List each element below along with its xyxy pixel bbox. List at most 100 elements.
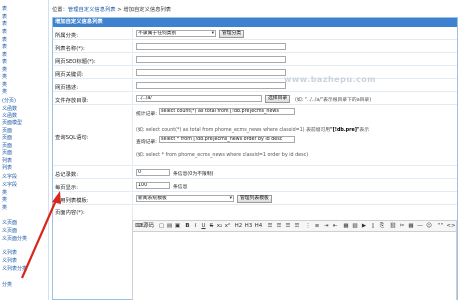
- sidebar-item[interactable]: 表: [2, 21, 7, 27]
- breadcrumb-prefix: 位置：: [52, 7, 68, 13]
- preview-icon[interactable]: ▢: [158, 222, 165, 231]
- align-right-icon[interactable]: ☰: [284, 222, 292, 231]
- sidebar-item[interactable]: 义函数: [2, 113, 17, 119]
- total-unit: 条信息(0为不限制): [173, 172, 214, 177]
- sql-label: 查询SQL语句:: [55, 135, 89, 141]
- subscript-icon[interactable]: x₂: [216, 222, 223, 231]
- numbered-list-icon[interactable]: ≡: [313, 222, 321, 231]
- attachment-icon[interactable]: ⎘: [378, 222, 386, 231]
- sidebar-item[interactable]: 表: [2, 52, 7, 58]
- source-icon[interactable]: ⌨: [135, 222, 143, 231]
- sidebar-item[interactable]: 表: [2, 59, 7, 65]
- description-input[interactable]: [136, 82, 286, 89]
- sidebar-item[interactable]: 义字段: [2, 182, 17, 188]
- sidebar-item[interactable]: 义页面: [2, 228, 17, 234]
- count-sql-input[interactable]: select count(*) as total from [!db.pre]e…: [159, 108, 295, 115]
- outdent-icon[interactable]: ⇤: [331, 222, 339, 231]
- file-icon[interactable]: ▯: [369, 222, 377, 231]
- total-label: 总记录数:: [55, 172, 78, 178]
- sidebar-item[interactable]: 类: [2, 67, 7, 73]
- sidebar-item[interactable]: 义字段: [2, 174, 17, 180]
- keywords-input[interactable]: [136, 69, 286, 76]
- sidebar-item[interactable]: 义页面: [2, 220, 17, 226]
- align-left-icon[interactable]: ☰: [266, 222, 274, 231]
- choose-directory-button[interactable]: 选择目录: [265, 95, 291, 103]
- sidebar-item[interactable]: 表: [2, 6, 7, 12]
- content-editor[interactable]: [132, 232, 457, 300]
- count-sql-hint: (如: select count(*) as total from phome_…: [136, 128, 370, 133]
- query-sql-hint: (如: select * from phome_ecms_news where …: [136, 153, 309, 158]
- indent-icon[interactable]: ⇥: [322, 222, 330, 231]
- per-page-input[interactable]: 100: [136, 182, 170, 189]
- total-input[interactable]: 0: [136, 169, 170, 176]
- form-row-total: 总记录数: 0 条信息(0为不限制): [53, 167, 457, 179]
- form-row-description: 网页描述:: [53, 80, 457, 92]
- sidebar-item[interactable]: 类: [2, 89, 7, 95]
- sidebar-item[interactable]: 页面: [2, 128, 12, 134]
- align-justify-icon[interactable]: ☰: [293, 222, 301, 231]
- sidebar-item[interactable]: 表: [2, 44, 7, 50]
- sidebar-item[interactable]: 类: [2, 205, 7, 211]
- underline-button[interactable]: U: [200, 222, 207, 231]
- directory-label: 文件存放目录:: [55, 98, 89, 104]
- link-icon[interactable]: ⛓: [389, 222, 397, 231]
- align-center-icon[interactable]: ☰: [275, 222, 283, 231]
- unlink-icon[interactable]: ✂: [398, 222, 406, 231]
- seo-title-input[interactable]: [136, 56, 286, 63]
- manage-template-button[interactable]: 管理列表模板: [237, 195, 272, 203]
- category-select[interactable]: 不隶属于任何类别: [136, 30, 216, 37]
- code-icon[interactable]: <>: [446, 222, 456, 231]
- breadcrumb-link-list[interactable]: 管理自定义信息列表: [68, 7, 116, 13]
- image-icon[interactable]: ▦: [342, 222, 350, 231]
- flash-icon[interactable]: ▧: [351, 222, 359, 231]
- bold-button[interactable]: B: [184, 222, 191, 231]
- table-icon[interactable]: ▦: [407, 222, 415, 231]
- list-name-input[interactable]: [136, 43, 286, 50]
- sidebar-item[interactable]: (分页): [2, 98, 16, 104]
- paste-icon[interactable]: ▣: [174, 222, 181, 231]
- strikethrough-button[interactable]: S: [208, 222, 215, 231]
- form-panel: 增加自定义信息列表 所属分类: 不隶属于任何类别 管理分类 列表名称(*): 网…: [52, 17, 458, 300]
- sidebar-item[interactable]: 义页面分类: [2, 236, 27, 242]
- sidebar-item[interactable]: 类: [2, 82, 7, 88]
- sidebar-item[interactable]: 分类: [2, 282, 12, 288]
- query-sql-label: 查询记录:: [136, 140, 157, 145]
- sidebar-item[interactable]: 类: [2, 190, 7, 196]
- h3-button[interactable]: H3: [244, 222, 253, 231]
- horizontal-rule-icon[interactable]: ―: [416, 222, 424, 231]
- count-sql-label: 统计记录:: [136, 112, 157, 117]
- emoticon-icon[interactable]: ☺: [425, 222, 433, 231]
- sidebar-item[interactable]: 类: [2, 197, 7, 203]
- bulleted-list-icon[interactable]: ⋮: [304, 222, 312, 231]
- sidebar-item[interactable]: 页面: [2, 135, 12, 141]
- media-icon[interactable]: ▶: [360, 222, 368, 231]
- h4-button[interactable]: H4: [254, 222, 263, 231]
- sidebar-item[interactable]: 义列表分类: [2, 266, 27, 272]
- query-sql-input[interactable]: select * from [!db.pre]ecms_news order b…: [159, 136, 295, 143]
- per-page-unit: 条信息: [173, 185, 188, 190]
- sidebar-item[interactable]: 义函数: [2, 106, 17, 112]
- sidebar-item[interactable]: 列表: [2, 158, 12, 164]
- directory-input[interactable]: ../../a/: [136, 95, 262, 102]
- content-label: 页面内容(*):: [55, 210, 85, 216]
- manage-category-button[interactable]: 管理分类: [219, 30, 245, 38]
- template-select[interactable]: 新闻系统模板: [136, 195, 234, 202]
- form-row-name: 列表名称(*):: [53, 41, 457, 53]
- blockquote-button[interactable]: "": [436, 222, 445, 231]
- sidebar-item[interactable]: 页面模型: [2, 120, 22, 126]
- sidebar-item[interactable]: 义列表: [2, 258, 17, 264]
- sidebar-item[interactable]: 页面: [2, 143, 12, 149]
- italic-button[interactable]: I: [192, 222, 199, 231]
- sidebar-item[interactable]: 列表: [2, 165, 12, 171]
- template-icon[interactable]: ▤: [166, 222, 173, 231]
- superscript-icon[interactable]: x²: [224, 222, 231, 231]
- sidebar-item[interactable]: 表: [2, 14, 7, 20]
- sidebar-item[interactable]: 页面: [2, 150, 12, 156]
- form-row-keywords: 网页关键词:: [53, 67, 457, 79]
- source-button[interactable]: 源码: [143, 222, 154, 231]
- sidebar-item[interactable]: 义列表: [2, 250, 17, 256]
- sidebar-item[interactable]: 表: [2, 37, 7, 43]
- sidebar-item[interactable]: 类: [2, 74, 7, 80]
- h2-button[interactable]: H2: [234, 222, 243, 231]
- sidebar-item[interactable]: 表: [2, 29, 7, 35]
